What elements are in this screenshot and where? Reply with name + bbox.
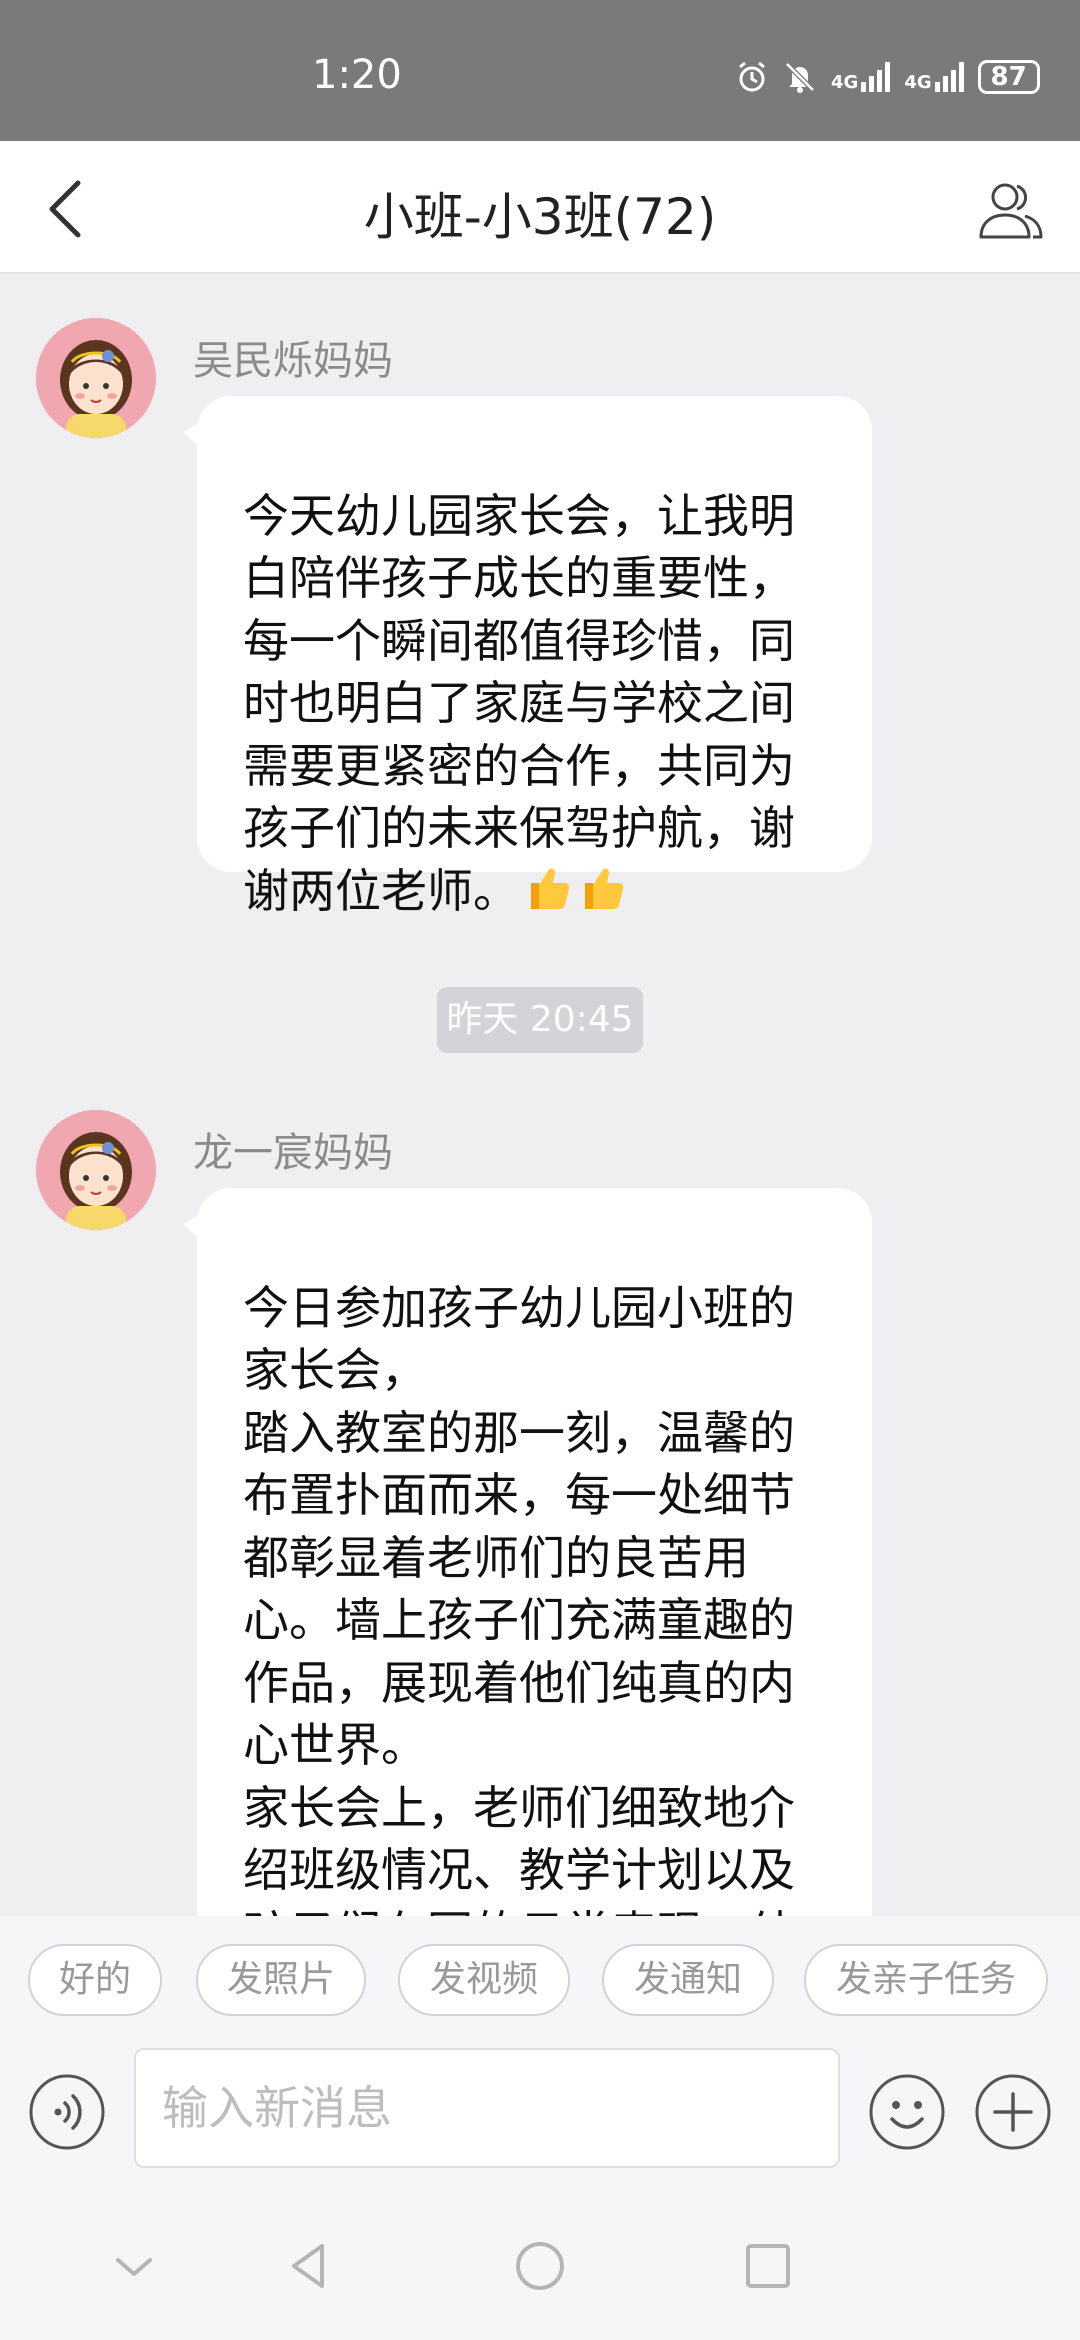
girl-avatar-icon xyxy=(36,318,156,438)
network-type-label: 4G xyxy=(904,72,932,93)
alarm-icon xyxy=(739,61,765,92)
plus-icon[interactable] xyxy=(974,2073,1052,2151)
message-bubble[interactable]: 今日参加孩子幼儿园小班的 家长会， 踏入教室的那一刻，温馨的 布置扑面而来，每一… xyxy=(183,1188,872,1917)
quick-reply-ok[interactable]: 好的 xyxy=(28,1944,162,2016)
avatar[interactable] xyxy=(36,1110,156,1230)
signal-bars-icon xyxy=(934,62,964,92)
page-title: 小班-小3班(72) xyxy=(363,188,717,246)
voice-icon[interactable] xyxy=(28,2073,106,2151)
girl-avatar-icon xyxy=(36,1110,156,1230)
signal-bars-icon xyxy=(861,62,891,92)
quick-reply-photo[interactable]: 发照片 xyxy=(196,1944,366,2016)
signal-2: 4G xyxy=(904,62,964,93)
signal-1: 4G xyxy=(831,62,891,93)
quick-reply-notice[interactable]: 发通知 xyxy=(602,1944,774,2016)
message-text: 今日参加孩子幼儿园小班的 家长会， 踏入教室的那一刻，温馨的 布置扑面而来，每一… xyxy=(243,1280,795,1917)
thumbs-up-icon xyxy=(585,868,624,909)
nav-bar: 小班-小3班(72) xyxy=(0,141,1080,274)
battery-indicator: 87 xyxy=(977,60,1040,94)
message-input[interactable] xyxy=(134,2048,840,2168)
message-text: 今天幼儿园家长会，让我明 白陪伴孩子成长的重要性， 每一个瞬间都值得珍惜，同 时… xyxy=(243,488,795,918)
mute-bell-icon xyxy=(785,62,815,93)
quick-reply-bar: 好的 发照片 发视频 发通知 发亲子任务 xyxy=(0,1916,1080,2026)
hide-keyboard-icon[interactable] xyxy=(104,2236,164,2296)
quick-reply-video[interactable]: 发视频 xyxy=(398,1944,570,2016)
network-type-label: 4G xyxy=(831,72,859,93)
thumbs-up-icon xyxy=(531,868,570,909)
status-bar: 1:20 4G 4G 87 xyxy=(0,0,1080,141)
recent-apps-icon[interactable] xyxy=(738,2236,798,2296)
group-members-icon[interactable] xyxy=(975,177,1049,241)
chat-message-list[interactable]: 吴民烁妈妈 今天幼儿园家长会，让我明 白陪伴孩子成长的重要性， 每一个瞬间都值得… xyxy=(0,274,1080,1916)
status-time: 1:20 xyxy=(312,52,402,98)
avatar[interactable] xyxy=(36,318,156,438)
time-divider: 昨天 20:45 xyxy=(437,987,643,1053)
message-input-bar xyxy=(0,2026,1080,2186)
quick-reply-parent-task[interactable]: 发亲子任务 xyxy=(804,1944,1048,2016)
sender-name: 龙一宸妈妈 xyxy=(193,1130,393,1176)
message-bubble[interactable]: 今天幼儿园家长会，让我明 白陪伴孩子成长的重要性， 每一个瞬间都值得珍惜，同 时… xyxy=(183,396,872,918)
system-nav-bar xyxy=(0,2186,1080,2340)
back-triangle-icon[interactable] xyxy=(280,2236,340,2296)
sender-name: 吴民烁妈妈 xyxy=(193,338,393,384)
emoji-icon[interactable] xyxy=(868,2073,946,2151)
home-circle-icon[interactable] xyxy=(510,2236,570,2296)
status-icons: 4G 4G 87 xyxy=(735,60,1040,94)
